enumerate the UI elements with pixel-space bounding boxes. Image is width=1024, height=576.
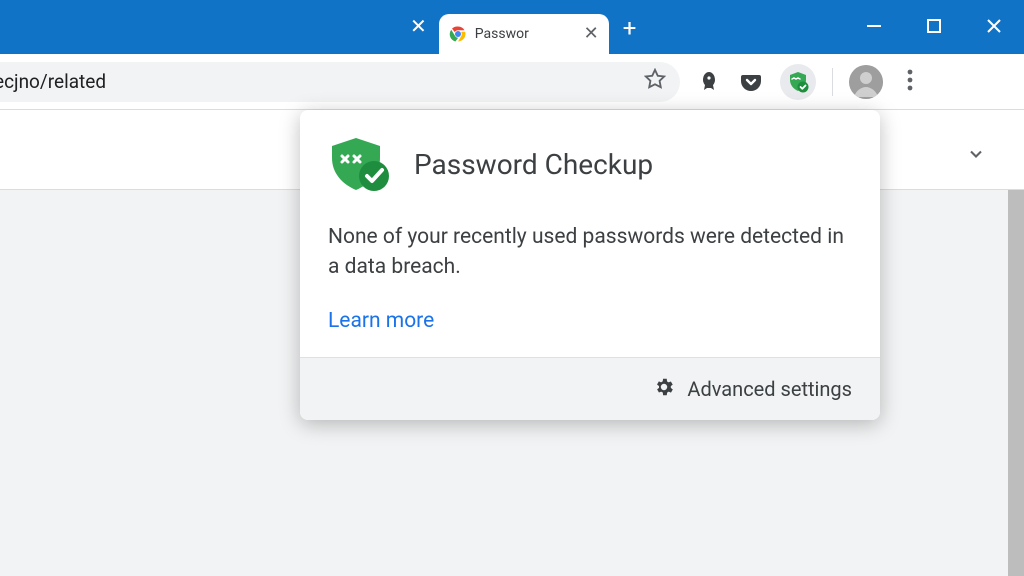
pocket-extension-icon[interactable]	[738, 69, 764, 95]
close-tab-icon[interactable]: ✕	[584, 25, 599, 43]
address-text: ecjno/related	[0, 70, 106, 93]
active-tab[interactable]: Passwor ✕	[439, 14, 609, 54]
password-checkup-extension-icon[interactable]	[780, 64, 816, 100]
toolbar-icons	[696, 64, 921, 100]
chrome-favicon-icon	[449, 25, 467, 43]
learn-more-link[interactable]: Learn more	[328, 309, 434, 333]
browser-menu-icon[interactable]	[899, 69, 921, 95]
popup-content: Password Checkup None of your recently u…	[300, 110, 880, 357]
collapse-chevron-icon[interactable]	[966, 144, 986, 168]
close-window-button[interactable]	[964, 10, 1024, 42]
advanced-settings-button[interactable]: Advanced settings	[300, 357, 880, 420]
window-controls	[844, 0, 1024, 54]
tabs-area: ✕ Passwor ✕ +	[410, 0, 636, 54]
shield-check-icon	[328, 136, 392, 192]
bookmark-star-icon[interactable]	[644, 68, 666, 95]
popup-header: Password Checkup	[328, 136, 852, 192]
advanced-settings-label: Advanced settings	[687, 377, 852, 401]
maximize-button[interactable]	[904, 10, 964, 42]
profile-avatar[interactable]	[849, 65, 883, 99]
title-bar: ✕ Passwor ✕ +	[0, 0, 1024, 54]
minimize-button[interactable]	[844, 10, 904, 42]
popup-body-text: None of your recently used passwords wer…	[328, 222, 852, 283]
tab-title: Passwor	[475, 26, 576, 42]
scrollbar[interactable]	[1008, 190, 1024, 576]
close-previous-tab-icon[interactable]: ✕	[410, 14, 427, 38]
rocket-extension-icon[interactable]	[696, 69, 722, 95]
password-checkup-popup: Password Checkup None of your recently u…	[300, 110, 880, 420]
toolbar: ecjno/related	[0, 54, 1024, 110]
address-bar[interactable]: ecjno/related	[0, 62, 680, 102]
popup-title: Password Checkup	[414, 148, 653, 181]
toolbar-separator	[832, 68, 833, 96]
gear-icon	[653, 376, 675, 402]
new-tab-button[interactable]: +	[623, 16, 637, 40]
